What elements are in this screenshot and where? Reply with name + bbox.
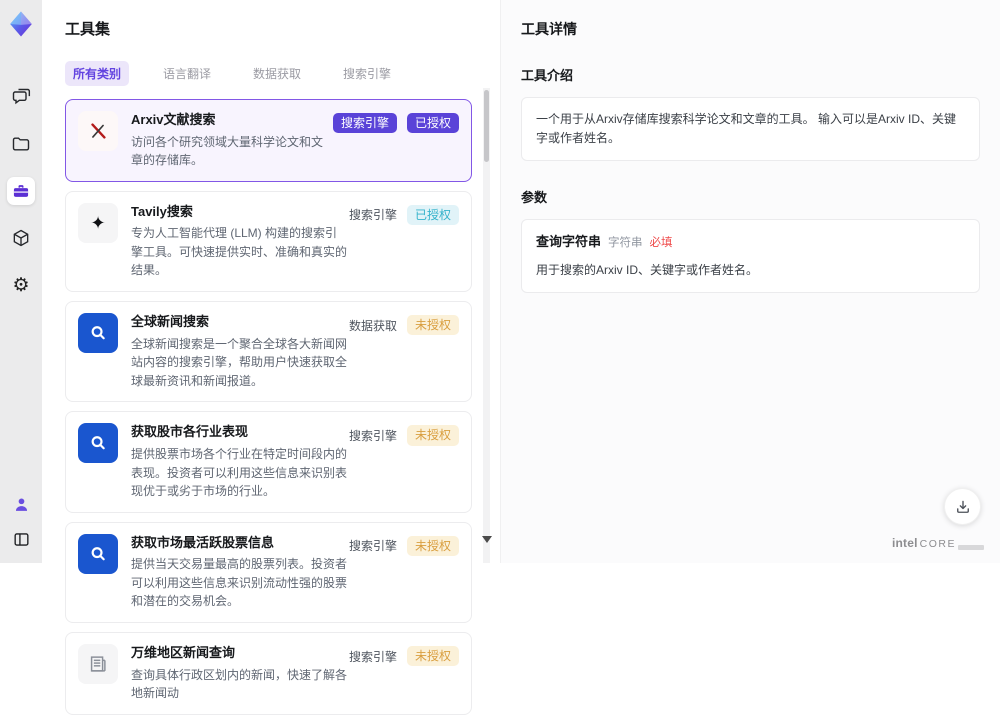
tool-list-panel: 工具集 所有类别 语言翻译 数据获取 搜索引擎 Arxiv文献搜索 访问各个研究… [42,0,500,715]
page-title: 工具集 [65,21,111,38]
tool-description: 全球新闻搜索是一个聚合全球各大新闻网站内容的搜索引擎，帮助用户快速获取全球最新资… [131,336,348,388]
tab-language-translation[interactable]: 语言翻译 [155,61,219,86]
tool-name: 全球新闻搜索 [131,314,210,330]
category-label: 搜索引擎 [348,539,397,554]
tool-description: 查询具体行政区划内的新闻，快速了解各地新闻动 [131,667,348,701]
news-search-icon [78,313,118,354]
stock-search-icon [78,533,118,574]
scrollbar-down-arrow-icon[interactable] [482,536,492,543]
tool-card-list: Arxiv文献搜索 访问各个研究领域大量科学论文和文章的存储库。 搜索引擎 已授… [65,99,472,715]
nav-chat-button[interactable] [7,83,35,111]
auth-status-badge: 未授权 [406,425,459,446]
nav-toolbox-button[interactable] [7,177,35,205]
logo-diamond-icon [10,11,32,37]
rail-bottom [7,490,35,553]
core-logo-text: CORE [919,538,956,550]
nav-models-button[interactable] [7,224,35,252]
nav-files-button[interactable] [7,130,35,158]
param-type: 字符串 [608,237,643,250]
tool-description: 提供当天交易量最高的股票列表。投资者可以利用这些信息来识别流动性强的股票和潜在的… [131,557,348,609]
tool-card-arxiv[interactable]: Arxiv文献搜索 访问各个研究领域大量科学论文和文章的存储库。 搜索引擎 已授… [65,99,472,182]
app-logo[interactable] [4,7,38,41]
list-scrollbar[interactable] [482,88,492,563]
category-tabs: 所有类别 语言翻译 数据获取 搜索引擎 [65,61,472,86]
scrollbar-thumb[interactable] [484,90,489,162]
intro-section-title: 工具介绍 [521,68,574,83]
download-icon [956,500,969,513]
param-required-badge: 必填 [649,237,673,250]
auth-status-badge: 已授权 [406,113,459,134]
intel-logo-text: intel [891,536,918,550]
intro-box: 一个用于从Arxiv存储库搜索科学论文和文章的工具。 输入可以是Arxiv ID… [521,97,980,162]
left-rail: ⚙ [0,0,42,563]
rail-nav: ⚙ [7,83,35,299]
auth-status-badge: 未授权 [406,646,459,667]
intro-text: 一个用于从Arxiv存储库搜索科学论文和文章的工具。 输入可以是Arxiv ID… [536,112,957,146]
cube-icon [13,229,29,247]
tool-card-regional-news[interactable]: 万维地区新闻查询 查询具体行政区划内的新闻，快速了解各地新闻动 搜索引擎 未授权 [65,632,472,715]
tool-name: 万维地区新闻查询 [131,645,236,661]
user-profile-button[interactable] [7,490,35,518]
params-section-title: 参数 [521,190,548,206]
tool-card-most-active-stocks[interactable]: 获取市场最活跃股票信息 提供当天交易量最高的股票列表。投资者可以利用这些信息来识… [65,521,472,624]
gear-icon: ⚙ [12,274,30,296]
download-button[interactable] [944,488,981,525]
stock-search-icon [78,423,118,464]
toolbox-icon [13,185,29,197]
auth-status-badge: 未授权 [406,535,459,557]
tool-name: 获取市场最活跃股票信息 [131,534,275,550]
param-description: 用于搜索的Arxiv ID、关键字或作者姓名。 [536,263,759,278]
arxiv-icon [78,111,118,151]
category-label: 数据获取 [348,318,397,333]
intel-core-logo: intel CORE [892,536,984,550]
chat-icon [12,88,31,105]
param-box: 查询字符串 字符串 必填 用于搜索的Arxiv ID、关键字或作者姓名。 [521,219,980,294]
tavily-star-icon: ✦ [78,202,118,243]
folder-icon [12,137,30,151]
tool-description: 提供股票市场各个行业在特定时间段内的表现。投资者可以利用这些信息来识别表现优于或… [131,446,348,499]
user-icon [15,497,27,511]
category-label: 搜索引擎 [348,649,397,664]
tab-all-categories[interactable]: 所有类别 [65,61,130,86]
tab-search-engine[interactable]: 搜索引擎 [335,61,399,86]
detail-title: 工具详情 [521,21,577,37]
tool-name: Tavily搜索 [131,203,193,219]
tool-name: Arxiv文献搜索 [131,112,216,127]
collapse-panel-button[interactable] [7,525,35,553]
auth-status-badge: 已授权 [406,204,459,226]
tool-detail-panel: 工具详情 工具介绍 一个用于从Arxiv存储库搜索科学论文和文章的工具。 输入可… [500,0,1000,563]
category-label: 搜索引擎 [348,429,397,444]
tab-data-fetch[interactable]: 数据获取 [245,61,309,86]
category-label: 搜索引擎 [348,208,397,223]
panel-toggle-icon [13,532,29,546]
param-name: 查询字符串 [536,234,602,250]
tool-description: 专为人工智能代理 (LLM) 构建的搜索引擎工具。可快速提供实时、准确和真实的结… [131,226,348,278]
auth-status-badge: 未授权 [406,315,459,336]
newspaper-icon [78,644,118,685]
tool-description: 访问各个研究领域大量科学论文和文章的存储库。 [131,134,324,168]
logo-sub-mark [958,545,984,550]
tool-card-tavily[interactable]: ✦ Tavily搜索 专为人工智能代理 (LLM) 构建的搜索引擎工具。可快速提… [65,190,472,293]
tool-card-global-news[interactable]: 全球新闻搜索 全球新闻搜索是一个聚合全球各大新闻网站内容的搜索引擎，帮助用户快速… [65,301,472,403]
nav-settings-button[interactable]: ⚙ [7,271,35,299]
category-badge: 搜索引擎 [332,113,397,134]
tool-card-sector-performance[interactable]: 获取股市各行业表现 提供股票市场各个行业在特定时间段内的表现。投资者可以利用这些… [65,411,472,513]
tool-name: 获取股市各行业表现 [131,424,249,440]
